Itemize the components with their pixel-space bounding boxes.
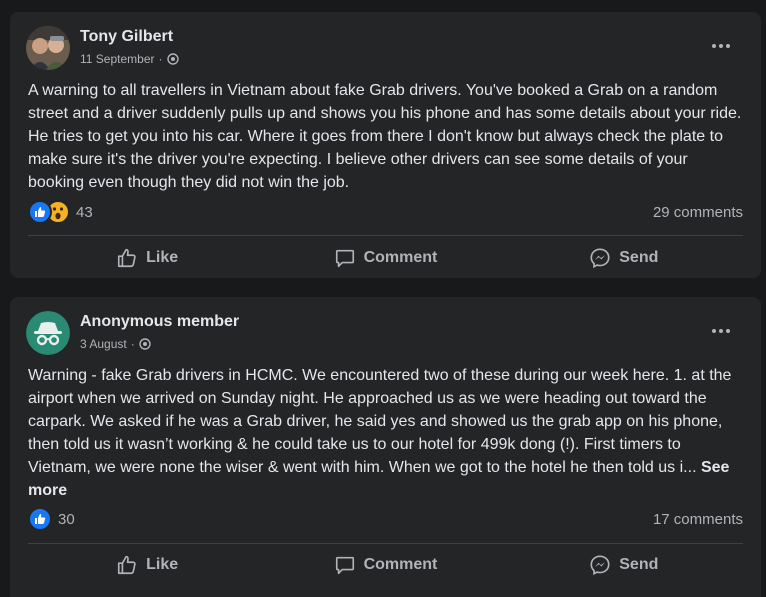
- reaction-count: 43: [76, 203, 93, 221]
- post-header: Tony Gilbert 11 September ·: [26, 26, 745, 70]
- like-label: Like: [146, 249, 179, 266]
- globe-icon: [139, 338, 151, 350]
- avatar[interactable]: [26, 26, 70, 70]
- like-reaction-icon: [28, 200, 52, 224]
- post-text: A warning to all travellers in Vietnam a…: [28, 79, 745, 194]
- globe-icon: [166, 53, 179, 65]
- author-name: Anonymous member: [80, 313, 240, 330]
- send-button[interactable]: Send: [505, 547, 743, 583]
- send-label: Send: [619, 556, 659, 573]
- like-button[interactable]: Like: [28, 547, 266, 583]
- action-bar: Like Comment Send: [28, 240, 743, 276]
- like-button[interactable]: Like: [28, 240, 266, 276]
- post-meta: 3 August ·: [80, 337, 151, 351]
- post-date[interactable]: 3 August: [80, 337, 127, 351]
- post-card: Anonymous member 3 August · Warning - fa…: [10, 297, 761, 597]
- post-date[interactable]: 11 September: [80, 52, 155, 66]
- post-card: Tony Gilbert 11 September · A warning to…: [10, 12, 761, 278]
- meta-separator: ·: [130, 337, 135, 351]
- post-body: Warning - fake Grab drivers in HCMC. We …: [28, 367, 732, 476]
- comment-label: Comment: [363, 556, 438, 573]
- messenger-icon: [590, 555, 610, 576]
- send-label: Send: [619, 249, 659, 266]
- meta-separator: ·: [158, 52, 163, 66]
- send-button[interactable]: Send: [505, 240, 743, 276]
- comment-button[interactable]: Comment: [266, 547, 504, 583]
- reactions-summary[interactable]: 43: [28, 200, 93, 224]
- thumbs-up-icon: [118, 248, 136, 268]
- dot-icon: [726, 329, 730, 333]
- dot-icon: [719, 329, 723, 333]
- comments-count[interactable]: 29 comments: [653, 204, 743, 221]
- comment-icon: [335, 249, 354, 268]
- more-options-button[interactable]: [707, 321, 735, 341]
- dot-icon: [726, 44, 730, 48]
- reaction-count: 30: [58, 510, 75, 528]
- post-header: Anonymous member 3 August ·: [26, 311, 745, 355]
- dot-icon: [712, 329, 716, 333]
- like-label: Like: [146, 556, 179, 573]
- more-options-button[interactable]: [707, 36, 735, 56]
- action-bar: Like Comment Send: [28, 547, 743, 583]
- author-name[interactable]: Tony Gilbert: [80, 28, 173, 46]
- like-reaction-icon: [28, 507, 52, 531]
- divider: [28, 543, 743, 544]
- reactions-summary[interactable]: 30: [28, 507, 75, 531]
- divider: [28, 235, 743, 236]
- messenger-icon: [590, 248, 610, 269]
- post-body: A warning to all travellers in Vietnam a…: [28, 82, 742, 191]
- comment-button[interactable]: Comment: [266, 240, 504, 276]
- comments-count[interactable]: 17 comments: [653, 511, 743, 528]
- comment-icon: [335, 556, 354, 575]
- anonymous-avatar: [26, 311, 70, 355]
- dot-icon: [719, 44, 723, 48]
- comment-label: Comment: [363, 249, 438, 266]
- post-meta: 11 September ·: [80, 52, 179, 66]
- thumbs-up-icon: [118, 555, 136, 575]
- dot-icon: [712, 44, 716, 48]
- post-text: Warning - fake Grab drivers in HCMC. We …: [28, 364, 745, 502]
